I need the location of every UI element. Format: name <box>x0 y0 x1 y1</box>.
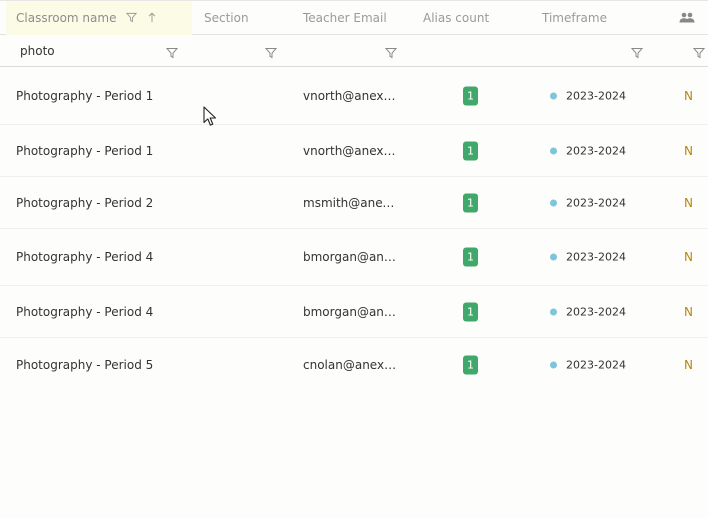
classroom-name-cell: Photography - Period 1 <box>16 143 154 158</box>
timeframe-status-dot <box>550 253 557 261</box>
table-row[interactable]: Photography - Period 4 bmorgan@anex... 1… <box>0 286 708 338</box>
teacher-email-cell: bmorgan@anex... <box>303 250 401 264</box>
column-header-timeframe[interactable]: Timeframe <box>542 1 607 35</box>
classroom-name-cell: Photography - Period 4 <box>16 250 154 264</box>
timeframe-cell: 2023-2024 <box>566 305 626 318</box>
filter-funnel-icon[interactable] <box>126 2 138 36</box>
extra-column-cell: N <box>684 304 693 319</box>
people-icon <box>679 2 695 36</box>
filter-funnel-icon[interactable] <box>384 44 398 59</box>
alias-count-badge: 1 <box>463 355 478 374</box>
extra-column-cell: N <box>684 143 693 158</box>
column-header-label: Alias count <box>423 11 490 25</box>
table-row[interactable]: Photography - Period 4 bmorgan@anex... 1… <box>0 229 708 286</box>
teacher-email-cell: bmorgan@anex... <box>303 304 401 319</box>
classroom-name-cell: Photography - Period 5 <box>16 357 154 372</box>
column-header-label: Teacher Email <box>303 11 387 25</box>
alias-count-badge: 1 <box>463 302 478 321</box>
grid-filter-row <box>0 35 708 67</box>
alias-count-badge: 1 <box>463 193 478 212</box>
alias-count-badge: 1 <box>463 247 478 267</box>
table-row[interactable]: Photography - Period 1 vnorth@anexam... … <box>0 67 708 125</box>
classroom-name-filter-input[interactable] <box>12 39 178 63</box>
sort-ascending-icon[interactable] <box>147 2 157 36</box>
column-header-label: Timeframe <box>542 11 607 25</box>
teacher-email-cell: msmith@anexa... <box>303 195 401 210</box>
timeframe-status-dot <box>550 361 557 368</box>
teacher-email-cell: vnorth@anexam... <box>303 143 401 158</box>
column-header-alias-count[interactable]: Alias count <box>423 1 489 35</box>
extra-column-cell: N <box>684 88 693 103</box>
classroom-data-grid: Classroom name Section Teacher Email Ali… <box>0 0 708 518</box>
timeframe-status-dot <box>550 199 557 206</box>
timeframe-status-dot <box>550 147 557 154</box>
timeframe-cell: 2023-2024 <box>566 144 626 157</box>
grid-header-row: Classroom name Section Teacher Email Ali… <box>0 0 708 35</box>
timeframe-status-dot <box>550 92 557 99</box>
extra-column-cell: N <box>684 357 693 372</box>
alias-count-badge: 1 <box>463 141 478 160</box>
classroom-name-cell: Photography - Period 1 <box>16 88 154 103</box>
teacher-email-cell: cnolan@anexam... <box>303 357 401 372</box>
classroom-name-cell: Photography - Period 4 <box>16 304 154 319</box>
classroom-name-cell: Photography - Period 2 <box>16 195 154 210</box>
teacher-email-cell: vnorth@anexam... <box>303 88 401 103</box>
filter-funnel-icon[interactable] <box>692 44 706 59</box>
filter-funnel-icon[interactable] <box>264 44 278 59</box>
timeframe-cell: 2023-2024 <box>566 250 626 264</box>
column-header-classroom-name[interactable]: Classroom name <box>6 1 192 35</box>
timeframe-status-dot <box>550 308 557 315</box>
extra-column-cell: N <box>684 250 693 264</box>
column-header-section[interactable]: Section <box>204 1 249 35</box>
table-row[interactable]: Photography - Period 5 cnolan@anexam... … <box>0 338 708 391</box>
filter-funnel-icon[interactable] <box>165 44 179 59</box>
table-row[interactable]: Photography - Period 2 msmith@anexa... 1… <box>0 177 708 229</box>
column-header-label: Section <box>204 11 249 25</box>
column-header-label: Classroom name <box>16 11 117 25</box>
column-header-people[interactable] <box>679 1 695 35</box>
extra-column-cell: N <box>684 195 693 210</box>
alias-count-badge: 1 <box>463 86 478 105</box>
timeframe-cell: 2023-2024 <box>566 358 626 371</box>
column-header-teacher-email[interactable]: Teacher Email <box>303 1 387 35</box>
filter-funnel-icon[interactable] <box>630 44 644 59</box>
timeframe-cell: 2023-2024 <box>566 89 626 102</box>
timeframe-cell: 2023-2024 <box>566 196 626 209</box>
table-row[interactable]: Photography - Period 1 vnorth@anexam... … <box>0 125 708 177</box>
